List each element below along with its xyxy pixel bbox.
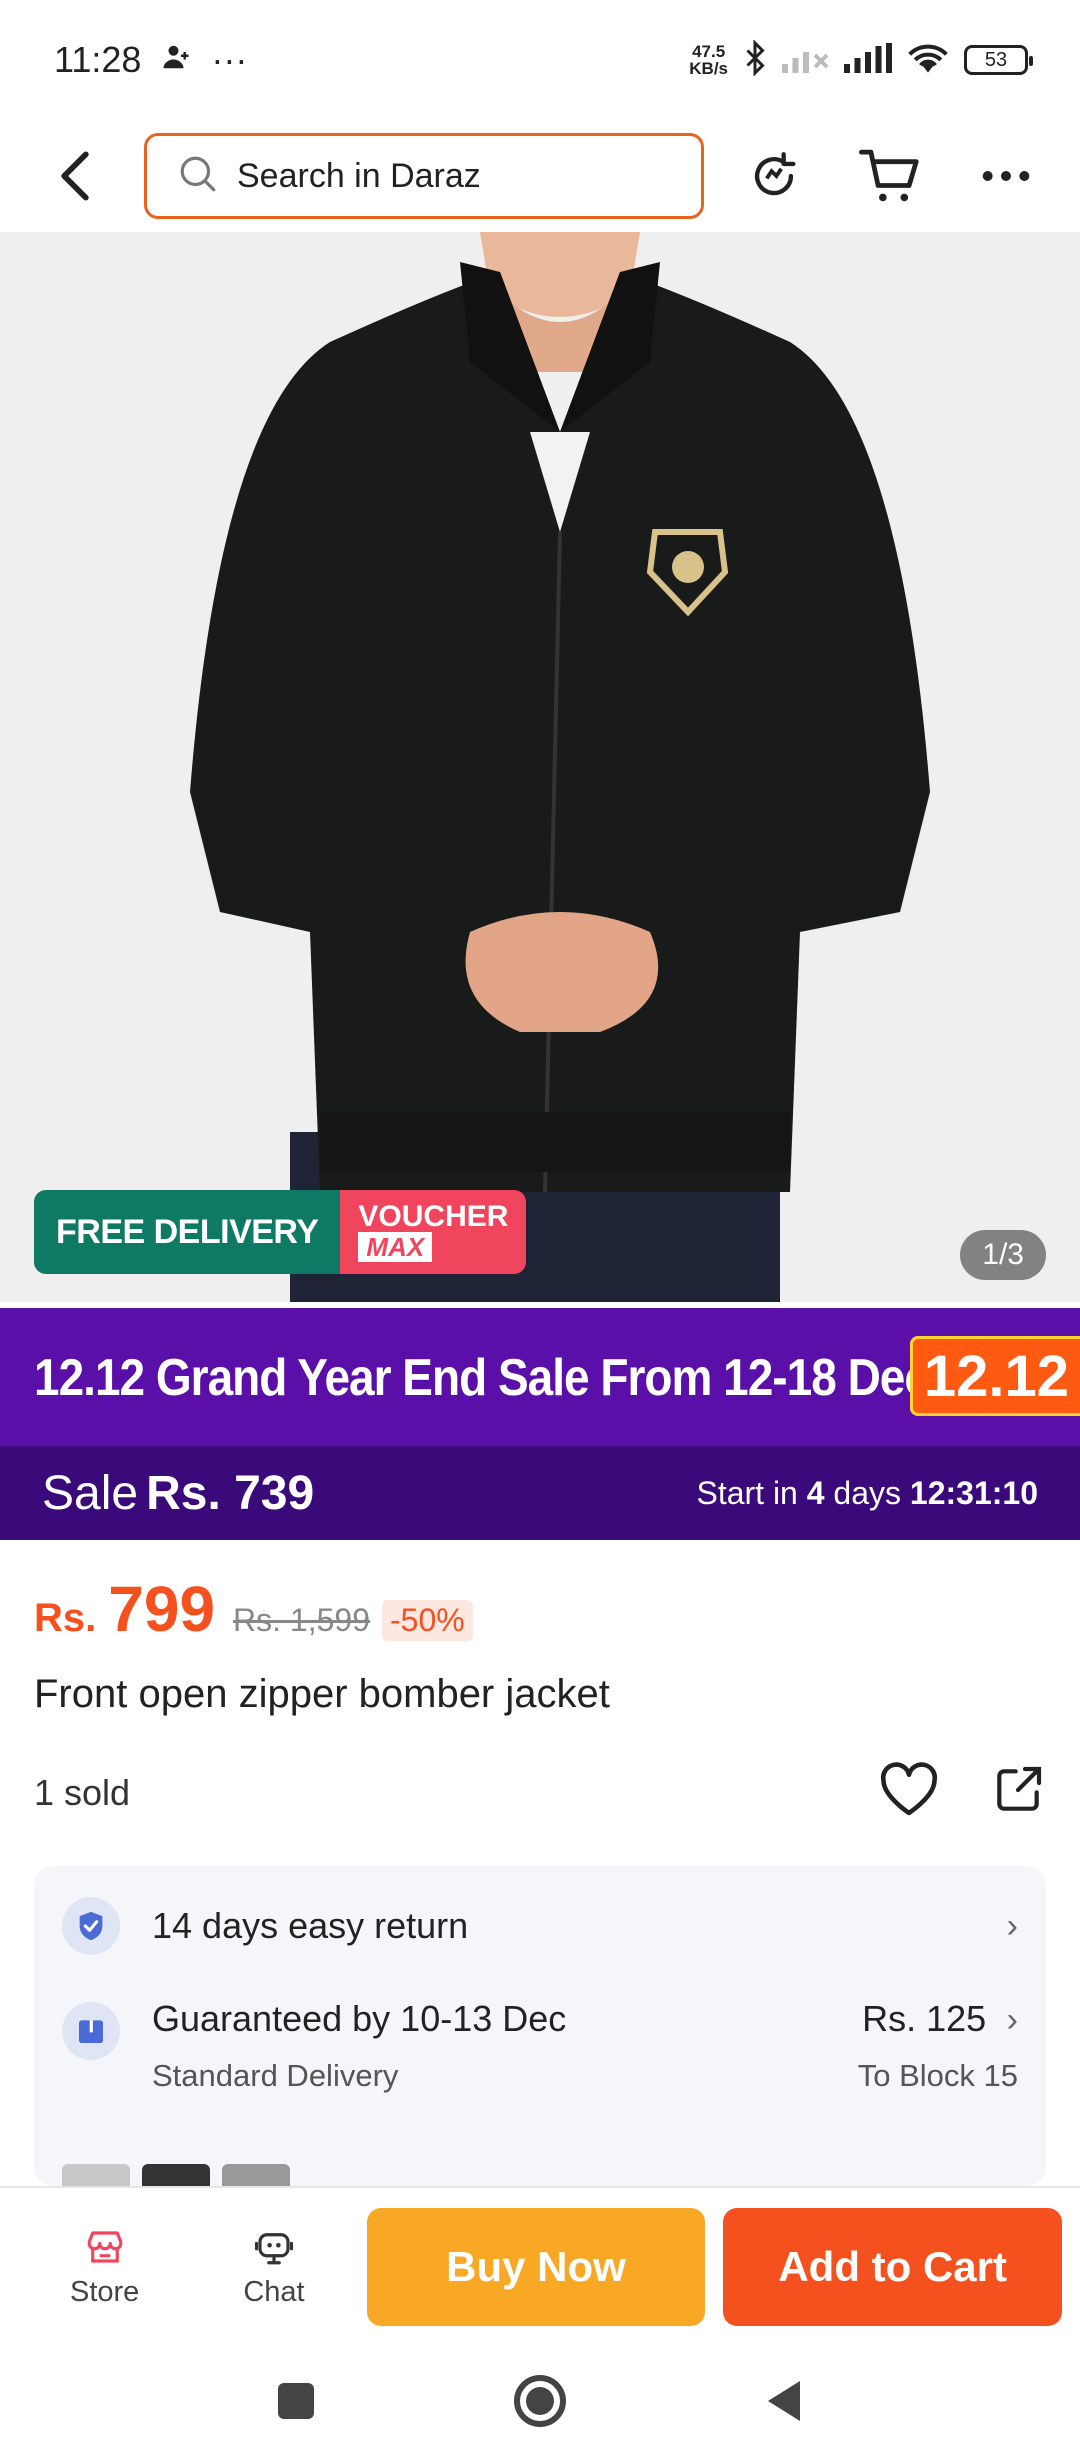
person-add-icon [161, 39, 191, 81]
store-button[interactable]: Store [20, 2226, 189, 2309]
status-left: 11:28 ··· [54, 39, 247, 81]
sale-price: Sale Rs. 739 [42, 1466, 314, 1521]
delivery-location: To Block 15 [857, 2058, 1018, 2093]
promo-badge: FREE DELIVERY VOUCHER MAX [34, 1190, 527, 1274]
home-button[interactable] [512, 2373, 568, 2434]
net-speed-value: 47.5 [692, 42, 726, 61]
sale-1212-badge: 12.12 [910, 1336, 1080, 1416]
store-icon [87, 2230, 122, 2263]
bottom-action-bar: Store Chat Buy Now Add to Cart [0, 2186, 1080, 2346]
variant-thumb[interactable] [142, 2164, 210, 2186]
search-icon [177, 153, 219, 200]
chat-label: Chat [243, 2275, 305, 2308]
net-speed: 47.5 KB/s [689, 43, 728, 77]
delivery-info: Guaranteed by 10-13 Dec Standard Deliver… [152, 1998, 566, 2094]
refresh-button[interactable] [736, 138, 812, 214]
nav-icons [736, 138, 1050, 214]
voucher-max-label: MAX [358, 1232, 433, 1262]
triangle-back-icon [768, 2380, 800, 2421]
buy-now-button[interactable]: Buy Now [366, 2208, 706, 2326]
add-to-cart-button[interactable]: Add to Cart [723, 2208, 1062, 2326]
sale-banner[interactable]: 12.12 Grand Year End Sale From 12-18 Dec… [0, 1308, 1080, 1446]
product-image-carousel[interactable]: FREE DELIVERY VOUCHER MAX 1/3 [0, 232, 1080, 1302]
chevron-right-icon: › [1006, 1906, 1018, 1945]
status-more: ··· [211, 39, 248, 80]
variant-thumbnails[interactable] [62, 2164, 290, 2186]
shield-check-icon [62, 1897, 120, 1955]
variant-thumb[interactable] [222, 2164, 290, 2186]
sale-banner-text: 12.12 Grand Year End Sale From 12-18 Dec… [34, 1347, 1063, 1407]
system-back-button[interactable] [764, 2379, 804, 2428]
chat-icon [254, 2232, 294, 2264]
search-box[interactable] [144, 133, 704, 219]
battery-indicator: 53 [964, 45, 1033, 75]
sold-count: 1 sold [34, 1771, 131, 1813]
sale-countdown: Start in 4 days 12:31:10 [696, 1475, 1038, 1512]
delivery-type: Standard Delivery [152, 2058, 399, 2093]
price-row: Rs. 799 Rs. 1,599 -50% [34, 1572, 473, 1646]
package-icon [62, 2002, 120, 2060]
start-prefix: Start in [696, 1474, 798, 1511]
delivery-guarantee: Guaranteed by 10-13 Dec [152, 1998, 567, 2039]
sale-price-value: Rs. 739 [146, 1466, 315, 1520]
discount-badge: -50% [382, 1600, 473, 1641]
start-days-word: days [833, 1474, 902, 1511]
sold-row: 1 sold [34, 1762, 1046, 1823]
status-right: 47.5 KB/s 53 [689, 38, 1033, 81]
cart-button[interactable] [852, 138, 928, 214]
free-delivery-badge: FREE DELIVERY [34, 1190, 341, 1274]
square-icon [278, 2382, 314, 2419]
voucher-label: VOUCHER [358, 1200, 509, 1233]
original-price: Rs. 1,599 [233, 1602, 370, 1638]
delivery-row[interactable]: Guaranteed by 10-13 Dec Standard Deliver… [34, 1998, 1046, 2118]
sale-label: Sale [42, 1466, 139, 1520]
product-photo [0, 232, 1080, 1302]
net-speed-unit: KB/s [689, 59, 728, 78]
share-button[interactable] [990, 1762, 1046, 1823]
return-policy-text: 14 days easy return [152, 1905, 469, 1946]
chevron-right-icon: › [1006, 2001, 1018, 2039]
signal-off-icon [782, 43, 830, 78]
search-input[interactable] [237, 156, 657, 196]
refresh-icon [754, 152, 796, 196]
status-bar: 11:28 ··· 47.5 KB/s 53 [0, 0, 1080, 120]
bluetooth-icon [742, 38, 768, 81]
product-title: Front open zipper bomber jacket [34, 1672, 610, 1716]
more-horizontal-icon [982, 171, 1030, 181]
signal-icon [844, 42, 892, 78]
heart-icon [880, 1762, 938, 1816]
countdown-timer: 12:31:10 [909, 1474, 1038, 1511]
cart-icon [859, 149, 919, 202]
more-options-button[interactable] [968, 138, 1044, 214]
variant-thumb[interactable] [62, 2164, 130, 2186]
status-time: 11:28 [54, 39, 142, 80]
wifi-icon [906, 41, 950, 80]
return-policy-row[interactable]: 14 days easy return › [34, 1890, 1046, 1962]
back-button[interactable] [30, 131, 120, 221]
product-actions [878, 1762, 1046, 1823]
recents-button[interactable] [276, 2381, 316, 2426]
circle-home-icon [514, 2374, 566, 2427]
service-info-card: 14 days easy return › Guaranteed by 10-1… [34, 1866, 1046, 2186]
top-nav [0, 120, 1080, 232]
store-label: Store [70, 2275, 140, 2308]
sale-price-bar: Sale Rs. 739 Start in 4 days 12:31:10 [0, 1446, 1080, 1540]
price-value: 799 [108, 1573, 216, 1645]
start-days-num: 4 [806, 1474, 825, 1511]
wishlist-button[interactable] [878, 1762, 940, 1823]
image-pager: 1/3 [960, 1230, 1046, 1280]
back-arrow-icon [61, 151, 89, 201]
price-currency: Rs. [34, 1596, 97, 1640]
delivery-price: Rs. 125 [862, 1998, 987, 2039]
system-navigation-bar [0, 2346, 1080, 2460]
voucher-max-badge: VOUCHER MAX [340, 1190, 527, 1274]
share-icon [997, 1766, 1042, 1811]
chat-button[interactable]: Chat [189, 2226, 358, 2309]
delivery-cost-info: Rs. 125 › To Block 15 [858, 1998, 1018, 2094]
